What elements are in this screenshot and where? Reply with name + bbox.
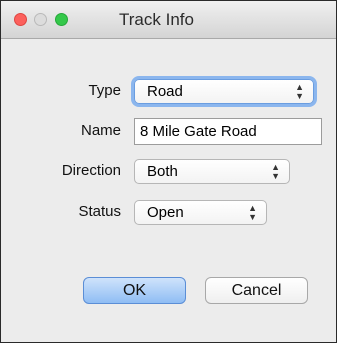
window-title: Track Info (119, 10, 194, 29)
status-label: Status (78, 203, 121, 220)
title-bar[interactable]: Track Info (1, 1, 336, 39)
track-info-dialog: Track Info Type Road ▲ ▼ Name 8 Mile Gate… (0, 0, 337, 343)
direction-select[interactable]: Both ▲ ▼ (134, 159, 290, 184)
updown-arrows-icon: ▲ ▼ (271, 162, 280, 181)
status-select[interactable]: Open ▲ ▼ (134, 200, 267, 225)
updown-arrows-icon: ▲ ▼ (295, 82, 304, 101)
type-label: Type (88, 82, 121, 99)
name-label: Name (80, 122, 121, 139)
close-window-icon[interactable] (14, 13, 27, 26)
type-select[interactable]: Road ▲ ▼ (134, 79, 314, 104)
minimize-window-icon[interactable] (34, 13, 47, 26)
type-value: Road (147, 83, 183, 100)
direction-label: Direction (61, 162, 121, 179)
updown-arrows-icon: ▲ ▼ (248, 203, 257, 222)
zoom-window-icon[interactable] (55, 13, 68, 26)
status-value: Open (147, 204, 184, 221)
name-field[interactable]: 8 Mile Gate Road (134, 118, 322, 145)
ok-button[interactable]: OK (83, 277, 186, 304)
cancel-button[interactable]: Cancel (205, 277, 308, 304)
direction-value: Both (147, 163, 178, 180)
